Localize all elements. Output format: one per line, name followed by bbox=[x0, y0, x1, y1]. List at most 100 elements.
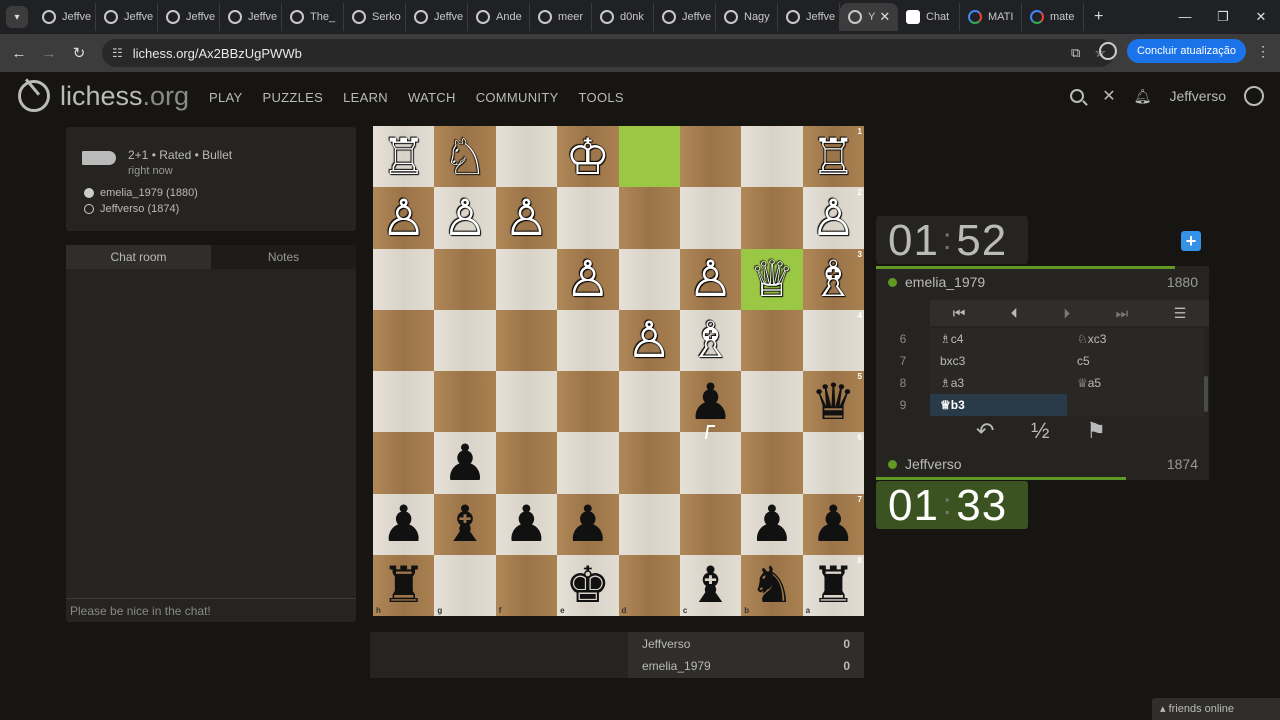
board-square[interactable]: ♟ bbox=[557, 493, 619, 555]
board-square[interactable] bbox=[679, 432, 742, 494]
white-pawn-icon[interactable]: ♙ bbox=[443, 193, 488, 243]
board-square[interactable]: ♔ bbox=[557, 126, 619, 188]
black-move[interactable] bbox=[1067, 394, 1204, 416]
tab-chat-room[interactable]: Chat room bbox=[66, 245, 211, 269]
move-list-scrollbar[interactable] bbox=[1204, 376, 1208, 412]
board-square[interactable] bbox=[679, 126, 742, 188]
crosstable-row[interactable]: emelia_1979 0 bbox=[642, 659, 850, 673]
white-pawn-icon[interactable]: ♙ bbox=[565, 254, 610, 304]
player-name[interactable]: Jeffverso bbox=[905, 456, 962, 472]
browser-tab[interactable]: The_ bbox=[282, 3, 344, 31]
white-pawn-icon[interactable]: ♙ bbox=[811, 193, 856, 243]
board-square[interactable]: ♗ bbox=[679, 309, 742, 371]
last-move-icon[interactable]: ⏭ bbox=[1116, 305, 1129, 322]
board-square[interactable]: ♟ bbox=[373, 493, 435, 555]
board-square[interactable]: ♞ b bbox=[741, 554, 803, 616]
add-time-icon[interactable]: + bbox=[1181, 231, 1201, 251]
board-square[interactable]: ♗ 3 bbox=[802, 248, 864, 310]
opponent-name[interactable]: emelia_1979 bbox=[905, 274, 985, 290]
nav-play[interactable]: PLAY bbox=[209, 90, 242, 105]
swords-icon[interactable]: ✕ bbox=[1102, 86, 1115, 106]
browser-tab[interactable]: mate bbox=[1022, 3, 1084, 31]
board-square[interactable]: ♖ 1 bbox=[802, 126, 864, 188]
board-square[interactable] bbox=[557, 187, 619, 249]
white-rook-icon[interactable]: ♖ bbox=[381, 132, 426, 182]
black-pawn-icon[interactable]: ♟ bbox=[811, 499, 856, 549]
white-player-entry[interactable]: emelia_1979 (1880) bbox=[84, 187, 198, 199]
board-square[interactable]: g bbox=[434, 554, 496, 616]
board-square[interactable]: ♝ c bbox=[679, 554, 742, 616]
back-button[interactable]: ← bbox=[4, 45, 34, 62]
board-square[interactable]: d bbox=[618, 554, 680, 616]
browser-tab[interactable]: MATI bbox=[960, 3, 1022, 31]
black-move[interactable]: c5 bbox=[1067, 350, 1204, 372]
offer-draw-icon[interactable]: ½ bbox=[1031, 418, 1049, 444]
board-square[interactable]: ♙ bbox=[434, 187, 496, 249]
board-square[interactable] bbox=[373, 309, 435, 371]
board-square[interactable] bbox=[741, 432, 803, 494]
board-square[interactable]: ♛ 5 bbox=[802, 371, 864, 433]
white-pawn-icon[interactable]: ♙ bbox=[381, 193, 426, 243]
board-square[interactable]: ♜ h bbox=[373, 554, 435, 616]
update-button[interactable]: Concluir atualização bbox=[1126, 39, 1246, 63]
board-square[interactable] bbox=[618, 126, 680, 188]
board-square[interactable]: ♟ 7 bbox=[802, 493, 864, 555]
board-square[interactable]: ♟ bbox=[495, 493, 558, 555]
board-square[interactable]: f bbox=[495, 554, 558, 616]
black-bishop-icon[interactable]: ♝ bbox=[443, 499, 488, 549]
board-square[interactable] bbox=[434, 371, 496, 433]
board-square[interactable]: ♙ bbox=[557, 248, 619, 310]
bell-icon[interactable]: 🔔︎ bbox=[1134, 88, 1152, 105]
board-square[interactable]: ♟ bbox=[434, 432, 496, 494]
tab-close-icon[interactable]: ✕ bbox=[879, 9, 890, 25]
first-move-icon[interactable]: ⏮ bbox=[953, 305, 966, 322]
friends-online[interactable]: ▴ friends online bbox=[1152, 698, 1280, 720]
board-square[interactable] bbox=[373, 371, 435, 433]
board-square[interactable]: ♙ 2 bbox=[802, 187, 864, 249]
browser-tab[interactable]: Y ✕ bbox=[840, 3, 898, 31]
user-menu[interactable]: Jeffverso bbox=[1169, 88, 1226, 104]
browser-tab[interactable]: Jeffve bbox=[778, 3, 840, 31]
black-pawn-icon[interactable]: ♟ bbox=[750, 499, 795, 549]
browser-menu-icon[interactable]: ⋮ bbox=[1256, 43, 1270, 60]
white-move[interactable]: ♗a3 bbox=[930, 372, 1067, 394]
white-move[interactable]: ♕b3 bbox=[930, 394, 1067, 416]
board-square[interactable] bbox=[495, 371, 558, 433]
black-move[interactable]: ♘xc3 bbox=[1067, 328, 1204, 350]
board-square[interactable] bbox=[557, 309, 619, 371]
board-square[interactable]: 4 bbox=[802, 309, 864, 371]
browser-tab[interactable]: Jeffve bbox=[220, 3, 282, 31]
crosstable-row[interactable]: Jeffverso 0 bbox=[642, 637, 850, 651]
black-player-entry[interactable]: Jeffverso (1874) bbox=[84, 203, 179, 215]
browser-tab[interactable]: Serko bbox=[344, 3, 406, 31]
black-pawn-icon[interactable]: ♟ bbox=[504, 499, 549, 549]
browser-tab[interactable]: Ande bbox=[468, 3, 530, 31]
board-square[interactable] bbox=[618, 493, 680, 555]
board-square[interactable] bbox=[618, 432, 680, 494]
board-square[interactable] bbox=[557, 371, 619, 433]
takeback-icon[interactable]: ↶ bbox=[976, 418, 994, 444]
chess-board[interactable]: ♖ ♘ ♔ ♖ 1 ♙ ♙ ♙ ♙ 2 ♙ ♙ ♕ ♗ 3 ♙ ♗ 4 ♟ ♛ 5 ♟ 6 ♟ ♝ ♟ ♟ ♟ ♟ 7 ♜ h g f ♚ e d ♝ c ♞… bbox=[373, 126, 864, 616]
black-pawn-icon[interactable]: ♟ bbox=[688, 377, 733, 427]
board-square[interactable]: ♝ bbox=[434, 493, 496, 555]
black-king-icon[interactable]: ♚ bbox=[565, 560, 610, 610]
site-logo[interactable]: lichess.org bbox=[18, 80, 189, 112]
board-square[interactable] bbox=[373, 248, 435, 310]
board-square[interactable] bbox=[495, 126, 558, 188]
white-pawn-icon[interactable]: ♙ bbox=[504, 193, 549, 243]
profile-icon[interactable] bbox=[1098, 42, 1117, 60]
board-square[interactable] bbox=[434, 248, 496, 310]
board-square[interactable] bbox=[741, 371, 803, 433]
white-bishop-icon[interactable]: ♗ bbox=[811, 254, 856, 304]
board-square[interactable] bbox=[679, 493, 742, 555]
white-knight-icon[interactable]: ♘ bbox=[443, 132, 488, 182]
black-pawn-icon[interactable]: ♟ bbox=[443, 438, 488, 488]
address-bar[interactable]: ☷ lichess.org/Ax2BBzUgPWWb ⧉ ☆ bbox=[102, 39, 1114, 67]
browser-tab[interactable]: Jeffve bbox=[34, 3, 96, 31]
board-square[interactable]: ♘ bbox=[434, 126, 496, 188]
board-square[interactable]: ♟ bbox=[741, 493, 803, 555]
install-app-icon[interactable]: ⧉ bbox=[1071, 45, 1080, 61]
board-square[interactable] bbox=[618, 187, 680, 249]
board-square[interactable] bbox=[618, 371, 680, 433]
board-square[interactable] bbox=[618, 248, 680, 310]
